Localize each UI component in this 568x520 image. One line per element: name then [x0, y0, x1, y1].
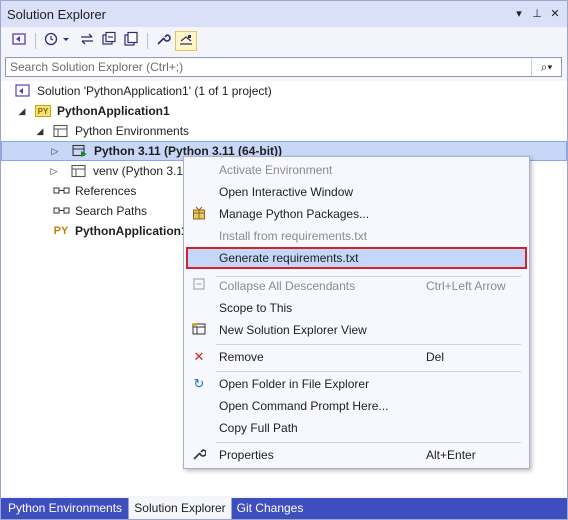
- title-bar: Solution Explorer ▾ ⊥ ✕: [1, 1, 567, 27]
- references-label: References: [75, 184, 137, 198]
- environment-icon: [71, 164, 87, 178]
- references-icon: [53, 184, 70, 198]
- window-dropdown-icon[interactable]: ▾: [511, 5, 527, 23]
- python-project-icon: PY: [35, 105, 51, 117]
- menu-item-properties[interactable]: Properties Alt+Enter: [186, 444, 527, 466]
- menu-separator: [216, 371, 521, 372]
- window-title: Solution Explorer: [7, 7, 106, 22]
- tab-git-changes[interactable]: Git Changes: [233, 498, 307, 519]
- menu-item-generate-requirements[interactable]: Generate requirements.txt: [186, 247, 527, 269]
- context-menu: Activate Environment Open Interactive Wi…: [183, 156, 530, 469]
- menu-separator: [216, 344, 521, 345]
- new-view-icon: [191, 322, 207, 338]
- menu-separator: [216, 442, 521, 443]
- search-options-icon[interactable]: ⌕▾: [531, 58, 561, 76]
- menu-item-open-folder-in-file-explorer[interactable]: ↻ Open Folder in File Explorer: [186, 373, 527, 395]
- toolbar: [1, 27, 567, 55]
- switch-views-icon[interactable]: [9, 31, 29, 51]
- search-box: ⌕▾: [5, 57, 562, 77]
- menu-item-remove[interactable]: ✕ Remove Del: [186, 346, 527, 368]
- menu-item-scope-to-this[interactable]: Scope to This: [186, 297, 527, 319]
- close-icon[interactable]: ✕: [547, 5, 563, 23]
- menu-item-activate-environment[interactable]: Activate Environment: [186, 159, 527, 181]
- environments-label: Python Environments: [75, 124, 190, 138]
- file-label: PythonApplication1: [75, 224, 188, 238]
- menu-item-install-from-requirements[interactable]: Install from requirements.txt: [186, 225, 527, 247]
- pin-icon[interactable]: ⊥: [529, 5, 545, 23]
- environments-icon: [53, 124, 69, 138]
- properties-icon[interactable]: [153, 31, 173, 51]
- venv-label: venv (Python 3.1: [93, 164, 184, 178]
- solution-icon: [15, 84, 31, 98]
- expanded-arrow-icon[interactable]: ◢: [17, 104, 27, 118]
- expanded-arrow-icon[interactable]: ◢: [35, 124, 45, 138]
- search-paths-label: Search Paths: [75, 204, 148, 218]
- collapsed-arrow-icon[interactable]: ▷: [49, 164, 59, 178]
- python-file-icon: PY: [53, 225, 69, 237]
- menu-item-open-interactive-window[interactable]: Open Interactive Window: [186, 181, 527, 203]
- refresh-folder-icon: ↻: [193, 376, 205, 391]
- history-icon[interactable]: [41, 31, 73, 51]
- menu-item-open-command-prompt[interactable]: Open Command Prompt Here...: [186, 395, 527, 417]
- menu-item-collapse-all-descendants[interactable]: Collapse All Descendants Ctrl+Left Arrow: [186, 275, 527, 297]
- menu-item-manage-python-packages[interactable]: Manage Python Packages...: [186, 203, 527, 225]
- solution-explorer-window: Solution Explorer ▾ ⊥ ✕ ⌕▾: [0, 0, 568, 520]
- menu-item-copy-full-path[interactable]: Copy Full Path: [186, 417, 527, 439]
- collapsed-arrow-icon[interactable]: ▷: [50, 144, 60, 158]
- collapse-icon: [191, 278, 207, 294]
- tab-python-environments[interactable]: Python Environments: [3, 498, 127, 519]
- sync-icon[interactable]: [77, 31, 97, 51]
- bottom-tab-strip: Python Environments Solution Explorer Gi…: [1, 498, 567, 519]
- tab-solution-explorer[interactable]: Solution Explorer: [128, 498, 232, 519]
- wrench-icon: [191, 447, 207, 463]
- solution-label: Solution 'PythonApplication1' (1 of 1 pr…: [37, 84, 272, 98]
- tree-row-solution[interactable]: Solution 'PythonApplication1' (1 of 1 pr…: [1, 81, 567, 101]
- packages-icon: [191, 206, 207, 222]
- tree-row-project[interactable]: ◢ PY PythonApplication1: [1, 101, 567, 121]
- project-label: PythonApplication1: [57, 104, 170, 118]
- active-environment-icon: [72, 144, 88, 158]
- collapse-all-icon[interactable]: [99, 31, 119, 51]
- preview-icon[interactable]: [175, 31, 197, 51]
- toolbar-separator: [35, 33, 36, 49]
- toolbar-separator: [147, 33, 148, 49]
- menu-item-new-solution-explorer-view[interactable]: New Solution Explorer View: [186, 319, 527, 341]
- remove-icon: ✕: [193, 349, 205, 364]
- show-all-files-icon[interactable]: [121, 31, 141, 51]
- tree-row-environments[interactable]: ◢ Python Environments: [1, 121, 567, 141]
- search-input[interactable]: [6, 58, 531, 76]
- search-paths-icon: [53, 204, 70, 218]
